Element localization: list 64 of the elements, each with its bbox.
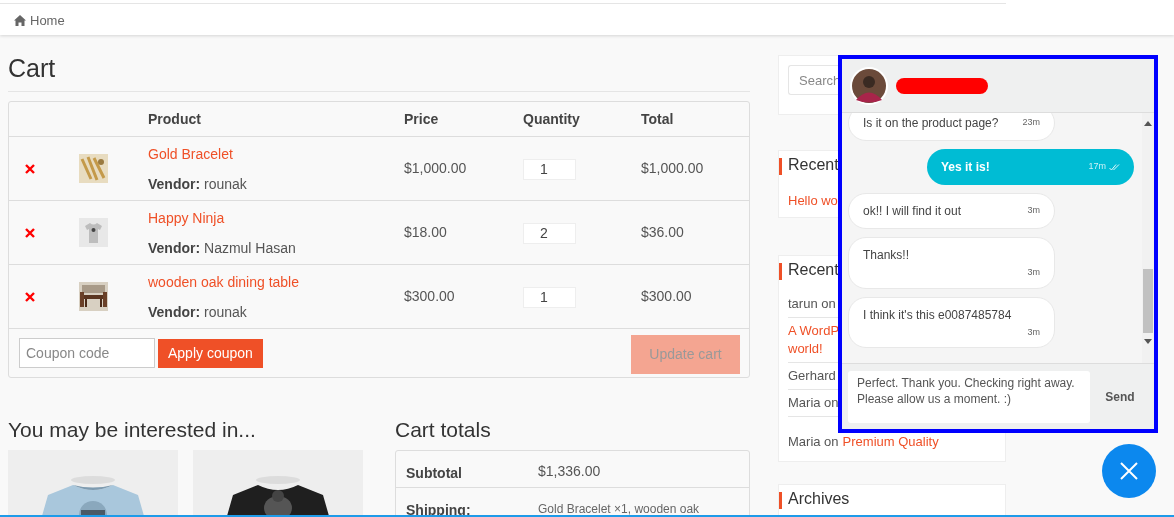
vendor-text: Vendor: Nazmul Hasan — [148, 238, 297, 257]
scroll-down-arrow-icon[interactable] — [1144, 339, 1152, 344]
comment-author: Maria on — [788, 394, 839, 412]
vendor-text: Vendor: rounak — [148, 174, 248, 193]
product-link[interactable]: Happy Ninja — [148, 208, 225, 227]
avatar — [850, 66, 888, 105]
remove-icon[interactable] — [25, 163, 35, 174]
timestamp: 23m — [1022, 116, 1040, 130]
breadcrumb-link[interactable]: Home — [30, 11, 65, 31]
remove-icon[interactable] — [25, 227, 35, 238]
accent-bar — [779, 262, 782, 280]
accent-bar — [779, 491, 782, 509]
vendor-text: Vendor: rounak — [148, 302, 248, 321]
column-header: Total — [641, 110, 674, 127]
remove-icon[interactable] — [25, 291, 35, 302]
quantity-field[interactable]: 1 — [523, 286, 576, 308]
post-link[interactable]: Premium Quality — [842, 433, 939, 451]
total-text: $1,000.00 — [641, 160, 704, 176]
timestamp: 3m — [1027, 204, 1040, 218]
product-link[interactable]: wooden oak dining table — [148, 272, 299, 291]
post-link[interactable]: Hello wo — [788, 192, 838, 210]
column-header: Price — [404, 110, 439, 127]
close-chat-button[interactable] — [1102, 444, 1156, 498]
send-button[interactable]: Send — [1098, 387, 1142, 406]
column-header: Product — [148, 110, 201, 127]
row-label: Subtotal — [406, 465, 462, 481]
message-text: Thanks!! — [863, 247, 911, 264]
message-field[interactable]: Perfect. Thank you. Checking right away. Please allow us a moment. :) — [848, 370, 1090, 423]
comment-author: Gerhard — [788, 367, 836, 385]
widget-title: Recent — [788, 155, 839, 175]
message-text: I think it's this e0087485784 — [863, 306, 1013, 324]
message-text: Yes it is! — [941, 159, 990, 176]
message-text: Is it on the product page? — [863, 115, 999, 132]
post-link[interactable]: A WordP — [788, 322, 840, 340]
widget-title: Archives — [788, 489, 850, 509]
page-title: Cart — [8, 53, 750, 92]
section-title: You may be interested in... — [8, 417, 257, 443]
post-link[interactable]: world! — [788, 340, 823, 358]
accent-bar — [779, 157, 782, 175]
row-value: $1,336.00 — [538, 463, 601, 479]
timestamp: 3m — [1027, 325, 1040, 339]
product-link[interactable]: Gold Bracelet — [148, 144, 233, 163]
close-icon — [1120, 462, 1138, 480]
comment-author: tarun on — [788, 295, 836, 313]
apply-coupon-button[interactable]: Apply coupon — [158, 338, 263, 368]
price-text: $1,000.00 — [404, 160, 467, 176]
scroll-up-arrow-icon[interactable] — [1144, 121, 1152, 126]
widget-title: Recent — [788, 260, 839, 280]
home-icon — [14, 15, 26, 27]
total-text: $300.00 — [641, 288, 692, 304]
total-text: $36.00 — [641, 224, 684, 240]
section-title: Cart totals — [395, 417, 492, 443]
quantity-field[interactable]: 1 — [523, 158, 576, 180]
timestamp: 17m — [1088, 160, 1106, 174]
comment-author: Maria on — [788, 433, 839, 451]
row-value: Gold Bracelet ×1, wooden oak — [538, 502, 700, 516]
timestamp: 3m — [1027, 266, 1040, 279]
price-text: $300.00 — [404, 288, 455, 304]
price-text: $18.00 — [404, 224, 447, 240]
quantity-field[interactable]: 2 — [523, 222, 576, 244]
scrollbar-thumb[interactable] — [1143, 269, 1153, 333]
message-text: ok!! I will find it out — [863, 203, 962, 220]
column-header: Quantity — [523, 110, 580, 127]
coupon-field[interactable]: Coupon code — [19, 338, 155, 368]
